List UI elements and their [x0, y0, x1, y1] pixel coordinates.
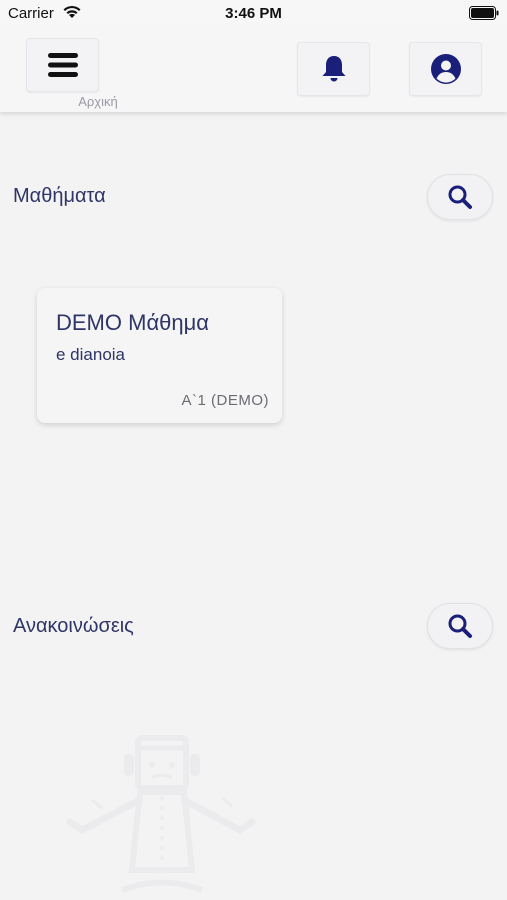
notifications-button[interactable]	[297, 42, 370, 96]
course-card[interactable]: DEMO Μάθημα e dianoia A`1 (DEMO)	[37, 288, 282, 423]
search-icon	[448, 614, 472, 638]
courses-title: Μαθήματα	[13, 185, 106, 207]
announcements-search-button[interactable]	[427, 603, 493, 649]
account-button[interactable]	[409, 42, 482, 96]
courses-search-button[interactable]	[427, 174, 493, 220]
course-title: DEMO Μάθημα	[56, 310, 210, 335]
empty-state-illustration	[66, 735, 256, 893]
bell-icon	[322, 56, 345, 82]
status-time: 3:46 PM	[225, 5, 282, 22]
hamburger-icon	[47, 53, 78, 77]
search-icon	[448, 185, 472, 209]
course-class-label: A`1 (DEMO)	[181, 392, 269, 409]
app-header: Αρχική	[0, 26, 507, 112]
home-label: Αρχική	[78, 94, 118, 109]
announcements-title: Ανακοινώσεις	[13, 615, 134, 637]
account-circle-icon	[430, 54, 461, 84]
course-subtitle: e dianoia	[56, 345, 126, 364]
battery-icon	[469, 6, 499, 20]
status-bar: Carrier 3:46 PM	[0, 0, 507, 26]
menu-button[interactable]	[26, 38, 99, 92]
